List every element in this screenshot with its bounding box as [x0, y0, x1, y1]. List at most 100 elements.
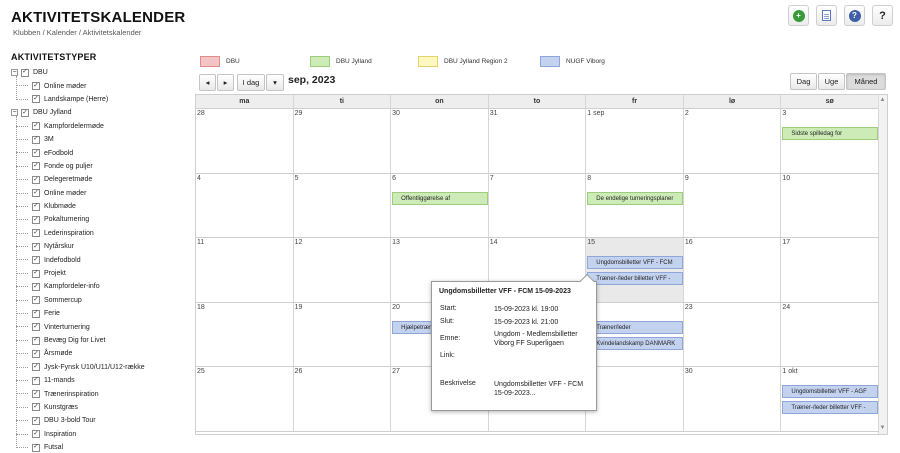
day-cell[interactable]: 24 — [781, 302, 879, 367]
day-number[interactable]: 12 — [295, 239, 303, 246]
scroll-down-icon[interactable]: ▼ — [879, 425, 886, 432]
calendar-event[interactable]: Ungdomsbilletter VFF - FCM — [587, 256, 683, 270]
day-cell[interactable]: 2 — [684, 109, 782, 173]
checkbox-checked-icon[interactable]: ✓ — [32, 229, 40, 238]
day-cell[interactable]: 17 — [781, 238, 879, 302]
day-number[interactable]: 18 — [197, 304, 205, 311]
calendar-event[interactable]: Sidste spilledag for — [782, 127, 878, 140]
calendar-event[interactable]: Ungdomsbilletter VFF - AGF — [782, 385, 878, 399]
day-cell[interactable]: 31 — [489, 109, 587, 173]
day-number[interactable]: 6 — [392, 175, 396, 182]
day-cell[interactable]: 26 — [294, 367, 392, 431]
day-number[interactable]: 16 — [685, 239, 693, 246]
checkbox-checked-icon[interactable]: ✓ — [32, 95, 40, 104]
checkbox-checked-icon[interactable]: ✓ — [32, 443, 40, 452]
day-number[interactable]: 20 — [392, 304, 400, 311]
view-day-button[interactable]: Dag — [790, 73, 817, 90]
day-number[interactable]: 27 — [392, 368, 400, 375]
day-cell[interactable]: 22 — [586, 302, 684, 367]
day-number[interactable]: 3 — [782, 110, 786, 117]
day-number[interactable]: 2 — [685, 110, 689, 117]
checkbox-checked-icon[interactable]: ✓ — [32, 256, 40, 265]
scroll-up-icon[interactable]: ▲ — [879, 97, 886, 104]
day-number[interactable]: 11 — [197, 239, 204, 246]
day-cell[interactable]: 16 — [684, 238, 782, 302]
checkbox-checked-icon[interactable]: ✓ — [32, 189, 40, 198]
day-cell[interactable]: 29 — [294, 109, 392, 173]
day-number[interactable]: 1 okt — [782, 368, 797, 375]
day-cell[interactable]: 11 — [196, 238, 294, 302]
checkbox-checked-icon[interactable]: ✓ — [32, 162, 40, 171]
checkbox-checked-icon[interactable]: ✓ — [32, 82, 40, 91]
day-cell[interactable]: 19 — [294, 302, 392, 367]
checkbox-checked-icon[interactable]: ✓ — [32, 390, 40, 399]
checkbox-checked-icon[interactable]: ✓ — [32, 416, 40, 425]
day-cell[interactable]: 30 — [391, 109, 489, 173]
day-cell[interactable]: 3 — [781, 109, 879, 173]
day-number[interactable]: 4 — [197, 175, 201, 182]
calendar-event[interactable]: Kvindelandskamp DANMARK — [587, 336, 683, 350]
day-cell[interactable]: 12 — [294, 238, 392, 302]
day-cell[interactable]: 7 — [489, 173, 587, 238]
day-cell[interactable]: 4 — [196, 173, 294, 238]
checkbox-checked-icon[interactable]: ✓ — [32, 242, 40, 251]
checkbox-checked-icon[interactable]: ✓ — [32, 309, 40, 318]
prev-button[interactable]: ◂ — [199, 74, 216, 91]
checkbox-checked-icon[interactable]: ✓ — [32, 349, 40, 358]
checkbox-checked-icon[interactable]: ✓ — [32, 403, 40, 412]
checkbox-checked-icon[interactable]: ✓ — [32, 336, 40, 345]
date-picker-button[interactable]: ▾ — [266, 74, 284, 91]
today-button[interactable]: I dag — [237, 74, 265, 91]
checkbox-checked-icon[interactable]: ✓ — [32, 215, 40, 224]
day-number[interactable]: 8 — [587, 175, 591, 182]
checkbox-checked-icon[interactable]: ✓ — [32, 149, 40, 158]
day-number[interactable]: 15 — [587, 239, 595, 246]
checkbox-checked-icon[interactable]: ✓ — [32, 282, 40, 291]
day-number[interactable]: 28 — [197, 110, 205, 117]
day-number[interactable]: 23 — [685, 304, 693, 311]
day-number[interactable]: 29 — [295, 110, 303, 117]
checkbox-checked-icon[interactable]: ✓ — [32, 135, 40, 144]
day-number[interactable]: 24 — [782, 304, 790, 311]
checkbox-checked-icon[interactable]: ✓ — [32, 376, 40, 385]
calendar-event[interactable]: De endelige turneringsplaner — [587, 191, 683, 205]
day-cell[interactable]: 6 — [391, 173, 489, 238]
day-number[interactable]: 25 — [197, 368, 205, 375]
day-number[interactable]: 1 sep — [587, 110, 604, 117]
day-number[interactable]: 5 — [295, 175, 299, 182]
day-cell[interactable]: 8 — [586, 173, 684, 238]
day-number[interactable]: 10 — [782, 175, 790, 182]
calendar-event[interactable]: Træner/leder — [587, 320, 683, 334]
checkbox-checked-icon[interactable]: ✓ — [32, 122, 40, 131]
checkbox-checked-icon[interactable]: ✓ — [32, 296, 40, 305]
day-number[interactable]: 26 — [295, 368, 303, 375]
day-cell[interactable]: 5 — [294, 173, 392, 238]
view-month-button[interactable]: Måned — [846, 73, 886, 90]
day-number[interactable]: 9 — [685, 175, 689, 182]
day-cell[interactable]: 18 — [196, 302, 294, 367]
calendar-event[interactable]: Træner-/leder billetter VFF - — [587, 272, 683, 286]
help-button[interactable]: ? — [872, 5, 893, 26]
help-circle-button[interactable]: ? — [844, 5, 865, 26]
collapse-icon[interactable]: − — [11, 69, 18, 77]
day-cell[interactable]: 1 sep — [586, 109, 684, 173]
add-button[interactable]: + — [788, 5, 809, 26]
day-cell[interactable]: 15 — [586, 238, 684, 302]
day-number[interactable]: 13 — [392, 239, 400, 246]
checkbox-checked-icon[interactable]: ✓ — [32, 323, 40, 332]
day-number[interactable]: 17 — [782, 239, 790, 246]
day-cell[interactable]: 1 okt — [781, 367, 879, 431]
day-cell[interactable]: 30 — [684, 367, 782, 431]
day-number[interactable]: 30 — [685, 368, 693, 375]
day-cell[interactable]: 29 — [586, 367, 684, 431]
day-cell[interactable]: 25 — [196, 367, 294, 431]
calendar-scrollbar[interactable]: ▲ ▼ — [878, 95, 887, 434]
calendar-event[interactable]: Træner-/leder billetter VFF - — [782, 401, 878, 415]
day-number[interactable]: 19 — [295, 304, 303, 311]
next-button[interactable]: ▸ — [217, 74, 234, 91]
day-cell[interactable]: 9 — [684, 173, 782, 238]
day-number[interactable]: 30 — [392, 110, 400, 117]
view-week-button[interactable]: Uge — [818, 73, 845, 90]
day-number[interactable]: 14 — [490, 239, 498, 246]
checkbox-checked-icon[interactable]: ✓ — [32, 175, 40, 184]
